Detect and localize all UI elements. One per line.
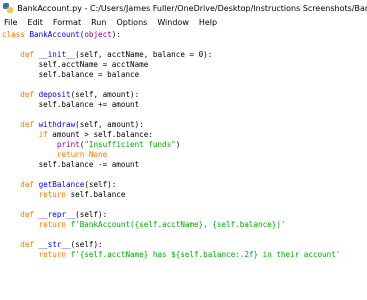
code-line: self.acctName = acctName — [2, 60, 149, 69]
menu-options[interactable]: Options — [111, 16, 152, 29]
code-line: class BankAccount(object): — [2, 30, 121, 39]
window-title: BankAccount.py - C:/Users/James Fuller/O… — [17, 3, 367, 13]
code-line: def deposit(self, amount): — [20, 90, 140, 99]
code-line: return self.balance — [38, 190, 126, 199]
menu-edit[interactable]: Edit — [22, 16, 48, 29]
menu-run[interactable]: Run — [86, 16, 111, 29]
code-line: self.balance -= amount — [2, 160, 140, 169]
code-line: def __repr__(self): — [20, 210, 108, 219]
code-line: def getBalance(self): — [20, 180, 117, 189]
menu-file[interactable]: File — [0, 16, 22, 29]
menu-bar: File Edit Format Run Options Window Help — [0, 16, 367, 29]
code-line: def withdraw(self, amount): — [20, 120, 144, 129]
menu-format[interactable]: Format — [48, 16, 86, 29]
python-idle-icon — [3, 3, 13, 13]
code-line: def __str__(self): — [20, 240, 103, 249]
code-line: if amount > self.balance: — [38, 130, 153, 139]
code-line: return None — [56, 150, 108, 159]
code-line: return f'{self.acctName} has ${self.bala… — [38, 250, 341, 259]
code-line: print("Insufficient funds") — [56, 140, 181, 149]
code-line: self.balance = balance — [2, 70, 140, 79]
title-bar[interactable]: BankAccount.py - C:/Users/James Fuller/O… — [0, 0, 367, 16]
menu-window[interactable]: Window — [152, 16, 194, 29]
menu-help[interactable]: Help — [194, 16, 222, 29]
code-line: self.balance += amount — [2, 100, 140, 109]
code-editor[interactable]: class BankAccount(object): def __init__(… — [0, 30, 367, 300]
code-line: return f'BankAccount({self.acctName}, {s… — [38, 220, 286, 229]
code-line: def __init__(self, acctName, balance = 0… — [20, 50, 213, 59]
